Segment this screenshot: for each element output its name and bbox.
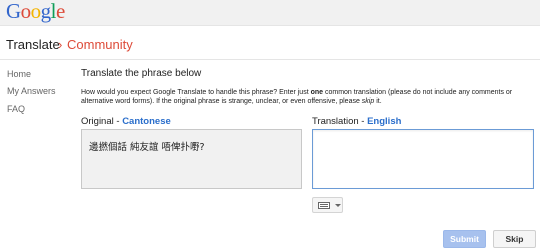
title-bar: Translate › Community (0, 26, 540, 60)
instructions-italic: skip (361, 98, 375, 105)
nav-item-home[interactable]: Home (7, 69, 31, 79)
instructions-text: How would you expect Google Translate to… (81, 88, 526, 106)
instructions-part-3: it. (374, 98, 382, 105)
logo-letter-4: g (40, 0, 52, 23)
submit-button[interactable]: Submit (443, 230, 486, 248)
original-language: Cantonese (122, 116, 171, 127)
keyboard-button[interactable] (312, 197, 343, 213)
logo-letter-3: o (30, 0, 42, 23)
chevron-down-icon (335, 204, 341, 207)
top-bar: Google (0, 0, 540, 26)
original-label: Original - Cantonese (81, 116, 171, 127)
skip-button[interactable]: Skip (493, 230, 536, 248)
instructions-part-1: How would you expect Google Translate to… (81, 89, 311, 96)
source-phrase-box: 邊撚個話 純友誼 唔俾扑嘢? (81, 129, 302, 189)
source-phrase: 邊撚個話 純友誼 唔俾扑嘢? (89, 142, 205, 153)
logo-letter-6: e (56, 0, 65, 23)
original-label-text: Original - (81, 116, 123, 127)
translation-label: Translation - English (312, 116, 401, 127)
google-logo[interactable]: Google (6, 0, 65, 24)
translation-label-text: Translation - (312, 116, 368, 127)
breadcrumb-community[interactable]: Community (67, 37, 133, 52)
keyboard-icon (318, 202, 330, 209)
nav-item-faq[interactable]: FAQ (7, 104, 25, 114)
page-heading: Translate the phrase below (81, 68, 202, 79)
translation-language: English (367, 116, 402, 127)
breadcrumb-translate[interactable]: Translate (6, 37, 60, 52)
breadcrumb-separator: › (58, 37, 63, 52)
nav-item-my-answers[interactable]: My Answers (7, 86, 56, 96)
logo-letter-1: G (6, 0, 21, 23)
instructions-bold: one (310, 89, 324, 96)
translation-input[interactable] (312, 129, 534, 189)
logo-letter-2: o (20, 0, 32, 23)
